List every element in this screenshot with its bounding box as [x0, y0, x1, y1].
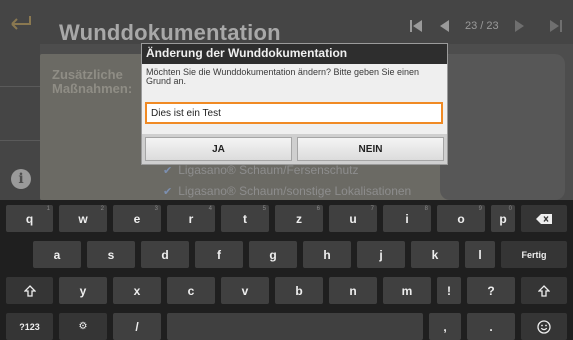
backspace-key[interactable] [521, 205, 567, 232]
checklist-item-label: Ligasano® Schaum/sonstige Lokalisationen [178, 184, 412, 198]
key-o[interactable]: o9 [437, 205, 485, 232]
symbols-key[interactable]: ?123 [6, 313, 53, 340]
back-arrow-icon[interactable] [8, 12, 34, 32]
dialog-button-bar: JA NEIN [142, 134, 447, 164]
key-exclamation[interactable]: ! [437, 277, 461, 304]
key-label: e [133, 211, 141, 226]
checklist-item[interactable]: ✔ Ligasano® Schaum/sonstige Lokalisation… [163, 184, 411, 198]
skip-last-icon [549, 20, 562, 32]
key-g[interactable]: g [249, 241, 297, 268]
key-label: u [349, 211, 357, 226]
key-k[interactable]: k [411, 241, 459, 268]
emoji-key[interactable] [521, 313, 567, 340]
info-icon[interactable]: i [11, 169, 31, 189]
next-icon [514, 20, 524, 32]
key-x[interactable]: x [113, 277, 161, 304]
page-counter: 23 / 23 [465, 20, 499, 32]
dialog-message: Möchten Sie die Wunddokumentation ändern… [146, 67, 420, 86]
previous-icon [440, 20, 449, 32]
app-header: Wunddokumentation 23 / 23 [0, 0, 573, 45]
key-f[interactable]: f [195, 241, 243, 268]
key-a[interactable]: a [33, 241, 81, 268]
key-hint: 3 [154, 206, 158, 212]
record-navigation: 23 / 23 [405, 15, 567, 37]
key-label: p [499, 211, 507, 226]
key-question[interactable]: ? [467, 277, 515, 304]
key-comma[interactable]: , [429, 313, 461, 340]
key-label: i [405, 211, 409, 226]
key-c[interactable]: c [167, 277, 215, 304]
key-hint: 0 [508, 206, 512, 212]
first-record-button[interactable] [405, 15, 427, 37]
key-b[interactable]: b [275, 277, 323, 304]
section-label: Zusätzliche Maßnahmen: [52, 67, 133, 96]
smiley-icon [537, 319, 551, 334]
space-bar[interactable] [167, 313, 423, 340]
shift-key-right[interactable] [521, 277, 567, 304]
key-w[interactable]: w2 [59, 205, 107, 232]
key-u[interactable]: u7 [329, 205, 377, 232]
key-hint: 1 [46, 206, 50, 212]
key-r[interactable]: r4 [167, 205, 215, 232]
key-v[interactable]: v [221, 277, 269, 304]
key-slash[interactable]: / [113, 313, 161, 340]
side-panel [440, 54, 565, 200]
checklist-item-label: Ligasano® Schaum/Fersenschutz [178, 163, 359, 177]
key-label: o [457, 211, 465, 226]
last-record-button[interactable] [545, 15, 567, 37]
key-label: z [296, 211, 302, 226]
key-hint: 8 [424, 206, 428, 212]
key-hint: 5 [262, 206, 266, 212]
change-reason-dialog: Änderung der Wunddokumentation Möchten S… [141, 43, 448, 165]
key-h[interactable]: h [303, 241, 351, 268]
keyboard-settings-key[interactable]: ⚙ [59, 313, 107, 340]
key-p[interactable]: p0 [491, 205, 515, 232]
key-s[interactable]: s [87, 241, 135, 268]
key-q[interactable]: q1 [6, 205, 53, 232]
key-t[interactable]: t5 [221, 205, 269, 232]
key-l[interactable]: l [465, 241, 495, 268]
rail-divider [0, 86, 40, 87]
key-hint: 7 [370, 206, 374, 212]
previous-record-button[interactable] [433, 15, 455, 37]
key-hint: 6 [316, 206, 320, 212]
key-label: q [25, 211, 34, 226]
key-hint: 2 [100, 206, 104, 212]
key-label: w [78, 211, 88, 226]
key-hint: 9 [478, 206, 482, 212]
checkmark-icon: ✔ [163, 164, 173, 177]
key-period[interactable]: . [467, 313, 515, 340]
skip-first-icon [410, 20, 422, 32]
no-button[interactable]: NEIN [297, 137, 444, 161]
key-label: r [188, 211, 194, 226]
shift-icon [23, 284, 36, 297]
key-label: t [243, 211, 247, 226]
shift-key-left[interactable] [6, 277, 53, 304]
checkmark-icon: ✔ [163, 185, 173, 198]
key-j[interactable]: j [357, 241, 405, 268]
yes-button[interactable]: JA [145, 137, 292, 161]
key-z[interactable]: z6 [275, 205, 323, 232]
key-i[interactable]: i8 [383, 205, 431, 232]
key-e[interactable]: e3 [113, 205, 161, 232]
backspace-icon [536, 213, 552, 224]
key-d[interactable]: d [141, 241, 189, 268]
rail-divider [0, 140, 40, 141]
key-hint: 4 [208, 206, 212, 212]
key-n[interactable]: n [329, 277, 377, 304]
key-y[interactable]: y [59, 277, 107, 304]
shift-icon [538, 284, 550, 297]
on-screen-keyboard: q1 w2 e3 r4 t5 z6 u7 i8 o9 p0 a s d f g … [0, 200, 573, 340]
settings-icon: ⚙ [78, 321, 88, 332]
next-record-button[interactable] [509, 15, 531, 37]
done-key[interactable]: Fertig [501, 241, 567, 268]
key-m[interactable]: m [383, 277, 431, 304]
dialog-title: Änderung der Wunddokumentation [142, 44, 447, 64]
checklist-item[interactable]: ✔ Ligasano® Schaum/Fersenschutz [163, 163, 359, 177]
reason-input[interactable] [145, 102, 443, 124]
